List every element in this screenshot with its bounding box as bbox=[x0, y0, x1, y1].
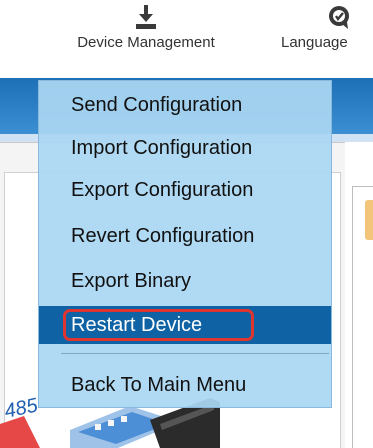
menu-item-send-configuration[interactable]: Send Configuration bbox=[39, 86, 331, 124]
menu-item-label: Export Binary bbox=[71, 270, 192, 292]
menu-item-label: Export Configuration bbox=[71, 179, 254, 201]
device-image-label: 485 bbox=[2, 394, 40, 423]
menu-item-label: Import Configuration bbox=[71, 137, 253, 159]
menu-item-label: Back To Main Menu bbox=[71, 374, 247, 396]
menu-item-export-configuration[interactable]: Export Configuration bbox=[39, 171, 331, 209]
globe-icon bbox=[329, 6, 349, 29]
device-management-dropdown: Send Configuration Import Configuration … bbox=[38, 80, 332, 408]
menu-divider bbox=[61, 353, 329, 354]
menu-item-revert-configuration[interactable]: Revert Configuration bbox=[39, 217, 331, 255]
menu-item-import-configuration[interactable]: Import Configuration bbox=[39, 129, 331, 167]
toolbar: Device Management Language bbox=[0, 0, 373, 78]
menu-item-label: Revert Configuration bbox=[71, 225, 255, 247]
device-management-label: Device Management bbox=[77, 34, 215, 51]
device-management-button[interactable]: Device Management bbox=[46, 4, 246, 51]
language-label: Language bbox=[281, 34, 348, 51]
app-window: Device Management Language 485 Send Conf… bbox=[0, 0, 373, 448]
download-tray-icon bbox=[136, 5, 156, 29]
menu-item-label: Restart Device bbox=[71, 314, 203, 336]
language-button[interactable]: Language bbox=[281, 4, 373, 51]
menu-item-restart-device[interactable]: Restart Device bbox=[39, 306, 331, 344]
right-panel-tab[interactable] bbox=[365, 200, 373, 240]
menu-item-export-binary[interactable]: Export Binary bbox=[39, 262, 331, 300]
menu-item-label: Send Configuration bbox=[71, 94, 243, 116]
menu-item-back-to-main-menu[interactable]: Back To Main Menu bbox=[39, 366, 331, 404]
